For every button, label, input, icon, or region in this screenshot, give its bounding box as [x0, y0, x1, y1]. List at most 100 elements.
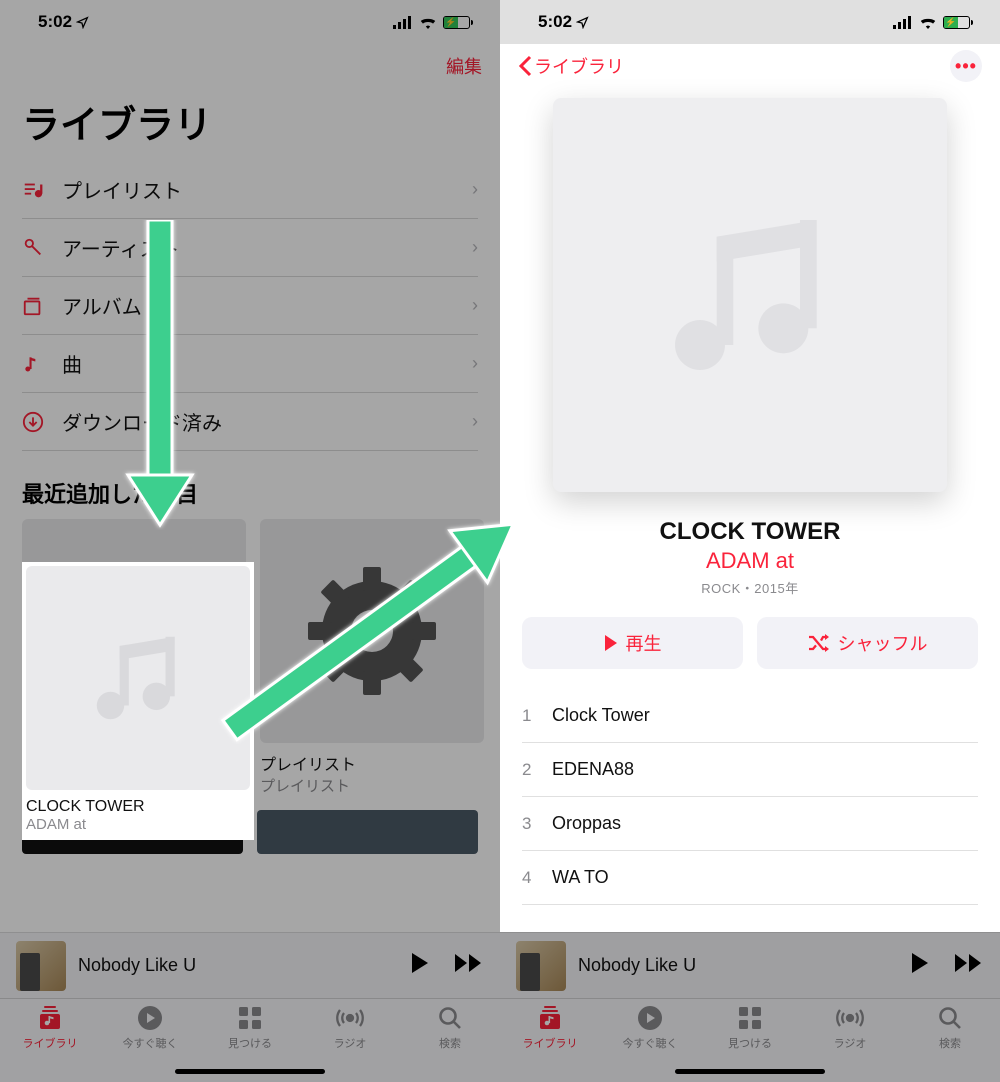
tab-label: 検索 [939, 1035, 961, 1051]
battery-icon: ⚡ [443, 16, 470, 29]
track-name: Oroppas [552, 813, 621, 834]
lib-item-songs[interactable]: 曲 › [22, 335, 478, 393]
status-bar: 5:02 ⚡ [0, 0, 500, 44]
tab-label: 見つける [728, 1035, 772, 1051]
tab-label: ラジオ [334, 1035, 367, 1051]
radio-icon [336, 1005, 364, 1031]
now-playing-art [516, 941, 566, 991]
library-tab-icon [537, 1005, 563, 1031]
track-name: EDENA88 [552, 759, 634, 780]
mic-icon [22, 237, 54, 259]
album-screen: 5:02 ⚡ ライブラリ ••• CLOCK TOWER ADAM at ROC… [500, 0, 1000, 1082]
play-icon[interactable] [910, 952, 930, 980]
signal-icon [893, 16, 913, 29]
radio-icon [836, 1005, 864, 1031]
track-list: 1Clock Tower 2EDENA88 3Oroppas 4WA TO [500, 689, 1000, 905]
clock: 5:02 [538, 12, 572, 32]
lib-label: プレイリスト [54, 175, 472, 204]
forward-icon[interactable] [454, 952, 484, 980]
now-playing-bar[interactable]: Nobody Like U [500, 932, 1000, 998]
section-title: 最近追加した項目 [0, 451, 500, 519]
album-title: CLOCK TOWER [530, 518, 970, 546]
location-icon [576, 16, 589, 29]
tab-label: ラジオ [834, 1035, 867, 1051]
now-playing-title: Nobody Like U [578, 955, 898, 976]
home-indicator[interactable] [675, 1069, 825, 1074]
track-row[interactable]: 2EDENA88 [522, 743, 978, 797]
download-icon [22, 411, 54, 433]
highlighted-album-card[interactable]: CLOCK TOWER ADAM at [22, 562, 254, 840]
recent-title: CLOCK TOWER [26, 798, 250, 816]
track-row[interactable]: 4WA TO [522, 851, 978, 905]
recent-sub: ADAM at [26, 816, 250, 833]
forward-icon[interactable] [954, 952, 984, 980]
album-artist[interactable]: ADAM at [530, 548, 970, 574]
note-icon [22, 354, 54, 374]
location-icon [76, 16, 89, 29]
play-label: 再生 [626, 630, 662, 656]
back-button[interactable]: ライブラリ [518, 53, 624, 79]
tab-search[interactable]: 検索 [900, 1005, 1000, 1082]
track-num: 2 [522, 760, 552, 780]
track-num: 1 [522, 706, 552, 726]
track-row[interactable]: 1Clock Tower [522, 689, 978, 743]
grid-icon [238, 1005, 262, 1031]
library-screen: 5:02 ⚡ 編集 ライブラリ プレイリスト › アーティスト › アルバム ›… [0, 0, 500, 1082]
chevron-right-icon: › [472, 353, 478, 374]
tab-label: 見つける [228, 1035, 272, 1051]
track-num: 3 [522, 814, 552, 834]
lib-label: ダウンロード済み [54, 407, 472, 436]
tab-label: 今すぐ聴く [623, 1035, 678, 1051]
play-circle-icon [637, 1005, 663, 1031]
album-icon [22, 295, 54, 317]
track-row[interactable]: 3Oroppas [522, 797, 978, 851]
home-indicator[interactable] [175, 1069, 325, 1074]
tab-library[interactable]: ライブラリ [0, 1005, 100, 1082]
chevron-right-icon: › [472, 179, 478, 200]
wifi-icon [419, 16, 437, 29]
chevron-right-icon: › [472, 295, 478, 316]
album-art-gear [260, 519, 484, 743]
album-meta: ROCK・2015年 [530, 578, 970, 597]
track-name: Clock Tower [552, 705, 650, 726]
search-icon [438, 1005, 462, 1031]
lib-item-downloaded[interactable]: ダウンロード済み › [22, 393, 478, 451]
now-playing-art [16, 941, 66, 991]
back-label: ライブラリ [534, 53, 624, 79]
edit-button[interactable]: 編集 [446, 53, 482, 79]
album-strip[interactable] [257, 810, 478, 854]
play-button[interactable]: 再生 [522, 617, 743, 669]
nav-bar: 編集 [0, 44, 500, 88]
page-title: ライブラリ [0, 88, 500, 161]
grid-icon [738, 1005, 762, 1031]
lib-label: アルバム [54, 291, 472, 320]
tab-library[interactable]: ライブラリ [500, 1005, 600, 1082]
chevron-right-icon: › [472, 237, 478, 258]
search-icon [938, 1005, 962, 1031]
chevron-right-icon: › [472, 411, 478, 432]
signal-icon [393, 16, 413, 29]
lib-label: アーティスト [54, 233, 472, 262]
library-tab-icon [37, 1005, 63, 1031]
status-bar: 5:02 ⚡ [500, 0, 1000, 44]
lib-item-artists[interactable]: アーティスト › [22, 219, 478, 277]
tab-search[interactable]: 検索 [400, 1005, 500, 1082]
recent-sub: プレイリスト [260, 775, 484, 796]
now-playing-bar[interactable]: Nobody Like U [0, 932, 500, 998]
track-name: WA TO [552, 867, 609, 888]
lib-item-playlists[interactable]: プレイリスト › [22, 161, 478, 219]
play-icon[interactable] [410, 952, 430, 980]
shuffle-button[interactable]: シャッフル [757, 617, 978, 669]
track-num: 4 [522, 868, 552, 888]
album-art-large [553, 98, 947, 492]
recent-playlist[interactable]: プレイリスト プレイリスト [260, 519, 484, 796]
clock: 5:02 [38, 12, 72, 32]
recent-title: プレイリスト [260, 751, 484, 775]
shuffle-label: シャッフル [838, 630, 928, 656]
battery-icon: ⚡ [943, 16, 970, 29]
lib-item-albums[interactable]: アルバム › [22, 277, 478, 335]
tab-label: ライブラリ [23, 1035, 78, 1051]
nav-bar: ライブラリ ••• [500, 44, 1000, 88]
lib-label: 曲 [54, 349, 472, 378]
more-button[interactable]: ••• [950, 50, 982, 82]
